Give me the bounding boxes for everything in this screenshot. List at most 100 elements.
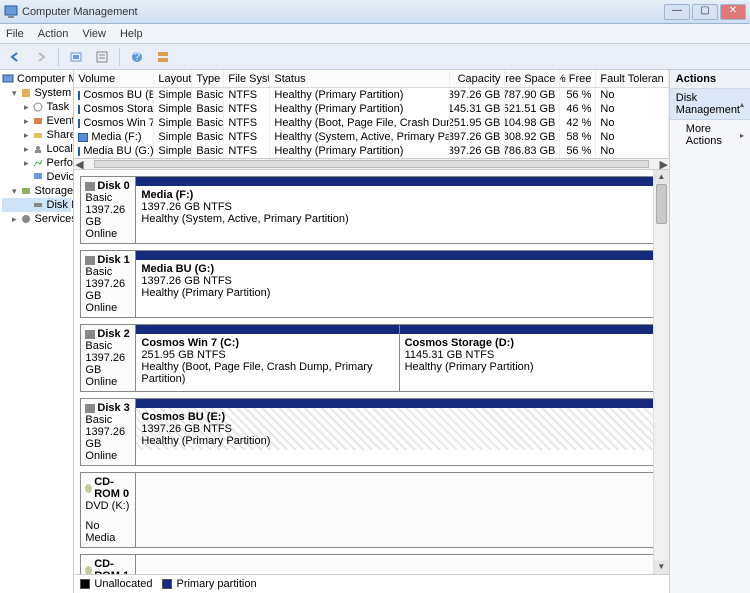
col-volume[interactable]: Volume bbox=[74, 70, 154, 87]
volume-name: Cosmos Storage (D:) bbox=[83, 103, 154, 115]
tree-storage[interactable]: ▾Storage bbox=[2, 184, 71, 198]
disk-row[interactable]: Disk 1 Basic 1397.26 GB Online Media BU … bbox=[80, 250, 662, 318]
tree-event-viewer[interactable]: ▸Event Viewer bbox=[2, 114, 71, 128]
disk-type: Basic bbox=[85, 266, 131, 278]
expand-icon[interactable]: ▸ bbox=[24, 159, 29, 168]
disk-info[interactable]: Disk 0 Basic 1397.26 GB Online bbox=[80, 176, 136, 244]
col-pct[interactable]: % Free bbox=[560, 70, 596, 87]
expand-icon[interactable]: ▸ bbox=[24, 103, 29, 112]
volume-list-header[interactable]: Volume Layout Type File System Status Ca… bbox=[74, 70, 668, 88]
tree-task-scheduler[interactable]: ▸Task Scheduler bbox=[2, 100, 71, 114]
horizontal-scrollbar[interactable] bbox=[94, 160, 648, 168]
properties-button[interactable] bbox=[91, 47, 113, 67]
volume-icon bbox=[78, 91, 80, 100]
volume-row[interactable]: Media (F:) Simple Basic NTFS Healthy (Sy… bbox=[74, 130, 668, 144]
tree-performance[interactable]: ▸Performance bbox=[2, 156, 71, 170]
disk-icon bbox=[85, 404, 95, 413]
disk-partitions bbox=[136, 472, 662, 548]
menubar: File Action View Help bbox=[0, 24, 750, 44]
splitter[interactable]: ◀ ▶ bbox=[74, 158, 668, 170]
tree-local-users[interactable]: ▸Local Users and Groups bbox=[2, 142, 71, 156]
col-capacity[interactable]: Capacity bbox=[450, 70, 505, 87]
disk-info[interactable]: Disk 3 Basic 1397.26 GB Online bbox=[80, 398, 136, 466]
partition[interactable]: Cosmos BU (E:) 1397.26 GB NTFS Healthy (… bbox=[136, 399, 661, 465]
expand-icon[interactable]: ▸ bbox=[24, 145, 29, 154]
col-status[interactable]: Status bbox=[270, 70, 450, 87]
partition-size: 1397.26 GB NTFS bbox=[141, 201, 656, 213]
volume-icon bbox=[78, 147, 80, 156]
volume-name: Cosmos BU (E:) bbox=[83, 89, 154, 101]
scroll-left-icon[interactable]: ◀ bbox=[74, 158, 84, 171]
partition-name: Media (F:) bbox=[141, 189, 656, 201]
forward-button[interactable] bbox=[30, 47, 52, 67]
partition-name: Media BU (G:) bbox=[141, 263, 656, 275]
scroll-right-icon[interactable]: ▶ bbox=[659, 158, 669, 171]
menu-action[interactable]: Action bbox=[38, 28, 69, 40]
menu-file[interactable]: File bbox=[6, 28, 24, 40]
scroll-down-icon[interactable]: ▼ bbox=[654, 560, 669, 574]
partition[interactable]: Cosmos Win 7 (C:) 251.95 GB NTFS Healthy… bbox=[136, 325, 398, 391]
disk-name: Disk 1 bbox=[97, 254, 129, 266]
close-button[interactable]: ✕ bbox=[720, 4, 746, 20]
disk-type: Basic bbox=[85, 414, 131, 426]
volume-row[interactable]: Media BU (G:) Simple Basic NTFS Healthy … bbox=[74, 144, 668, 158]
collapse-icon[interactable]: ▾ bbox=[12, 187, 17, 196]
back-button[interactable] bbox=[4, 47, 26, 67]
disk-partitions: Media (F:) 1397.26 GB NTFS Healthy (Syst… bbox=[136, 176, 662, 244]
volume-row[interactable]: Cosmos BU (E:) Simple Basic NTFS Healthy… bbox=[74, 88, 668, 102]
help-button[interactable]: ? bbox=[126, 47, 148, 67]
titlebar[interactable]: Computer Management — ▢ ✕ bbox=[0, 0, 750, 24]
expand-icon[interactable]: ▸ bbox=[24, 117, 29, 126]
up-button[interactable] bbox=[65, 47, 87, 67]
disk-row[interactable]: Disk 2 Basic 1397.26 GB Online Cosmos Wi… bbox=[80, 324, 662, 392]
tree-disk-management[interactable]: ▸Disk Management bbox=[2, 198, 71, 212]
tree-system-tools[interactable]: ▾System Tools bbox=[2, 86, 71, 100]
disk-row[interactable]: Disk 3 Basic 1397.26 GB Online Cosmos BU… bbox=[80, 398, 662, 466]
minimize-button[interactable]: — bbox=[664, 4, 690, 20]
col-fault[interactable]: Fault Toleran bbox=[596, 70, 668, 87]
view-list-button[interactable] bbox=[152, 47, 174, 67]
tree-services[interactable]: ▸Services and Applications bbox=[2, 212, 71, 226]
menu-view[interactable]: View bbox=[82, 28, 106, 40]
disk-graphical-view[interactable]: Disk 0 Basic 1397.26 GB Online Media (F:… bbox=[74, 170, 668, 574]
tree-device-manager[interactable]: ▸Device Manager bbox=[2, 170, 71, 184]
disk-row[interactable]: Disk 0 Basic 1397.26 GB Online Media (F:… bbox=[80, 176, 662, 244]
actions-section[interactable]: Disk Management▴ bbox=[670, 89, 750, 120]
tree-root[interactable]: Computer Management (Local bbox=[2, 72, 71, 86]
partition[interactable]: Cosmos Storage (D:) 1145.31 GB NTFS Heal… bbox=[399, 325, 662, 391]
volume-list[interactable]: Cosmos BU (E:) Simple Basic NTFS Healthy… bbox=[74, 88, 668, 158]
partition-size: 1145.31 GB NTFS bbox=[405, 349, 657, 361]
expand-icon[interactable]: ▸ bbox=[12, 215, 17, 224]
tree-shared-folders[interactable]: ▸Shared Folders bbox=[2, 128, 71, 142]
partition[interactable]: Media (F:) 1397.26 GB NTFS Healthy (Syst… bbox=[136, 177, 661, 243]
disk-state: No Media bbox=[85, 520, 131, 544]
disk-row[interactable]: CD-ROM 1 DVD (I:) No Media bbox=[80, 554, 662, 574]
partition-header bbox=[136, 251, 661, 260]
maximize-button[interactable]: ▢ bbox=[692, 4, 718, 20]
vertical-scrollbar[interactable]: ▲ ▼ bbox=[653, 170, 669, 574]
col-free[interactable]: Free Space bbox=[505, 70, 560, 87]
empty-partition[interactable] bbox=[136, 555, 661, 574]
disk-row[interactable]: CD-ROM 0 DVD (K:) No Media bbox=[80, 472, 662, 548]
scrollbar-thumb[interactable] bbox=[656, 184, 667, 224]
empty-partition[interactable] bbox=[136, 473, 661, 547]
content-pane: Volume Layout Type File System Status Ca… bbox=[74, 70, 669, 593]
col-type[interactable]: Type bbox=[192, 70, 224, 87]
partition[interactable]: Media BU (G:) 1397.26 GB NTFS Healthy (P… bbox=[136, 251, 661, 317]
actions-more[interactable]: More Actions▸ bbox=[670, 120, 750, 150]
nav-tree[interactable]: Computer Management (Local ▾System Tools… bbox=[0, 70, 74, 593]
disk-info[interactable]: Disk 1 Basic 1397.26 GB Online bbox=[80, 250, 136, 318]
col-fs[interactable]: File System bbox=[224, 70, 270, 87]
disk-info[interactable]: CD-ROM 0 DVD (K:) No Media bbox=[80, 472, 136, 548]
partition-header bbox=[136, 325, 398, 334]
volume-row[interactable]: Cosmos Storage (D:) Simple Basic NTFS He… bbox=[74, 102, 668, 116]
disk-info[interactable]: CD-ROM 1 DVD (I:) No Media bbox=[80, 554, 136, 574]
disk-name: CD-ROM 1 bbox=[94, 558, 131, 574]
volume-row[interactable]: Cosmos Win 7 (C:) Simple Basic NTFS Heal… bbox=[74, 116, 668, 130]
collapse-icon[interactable]: ▾ bbox=[12, 89, 17, 98]
disk-info[interactable]: Disk 2 Basic 1397.26 GB Online bbox=[80, 324, 136, 392]
expand-icon[interactable]: ▸ bbox=[24, 131, 29, 140]
menu-help[interactable]: Help bbox=[120, 28, 143, 40]
scroll-up-icon[interactable]: ▲ bbox=[654, 170, 669, 184]
col-layout[interactable]: Layout bbox=[154, 70, 192, 87]
